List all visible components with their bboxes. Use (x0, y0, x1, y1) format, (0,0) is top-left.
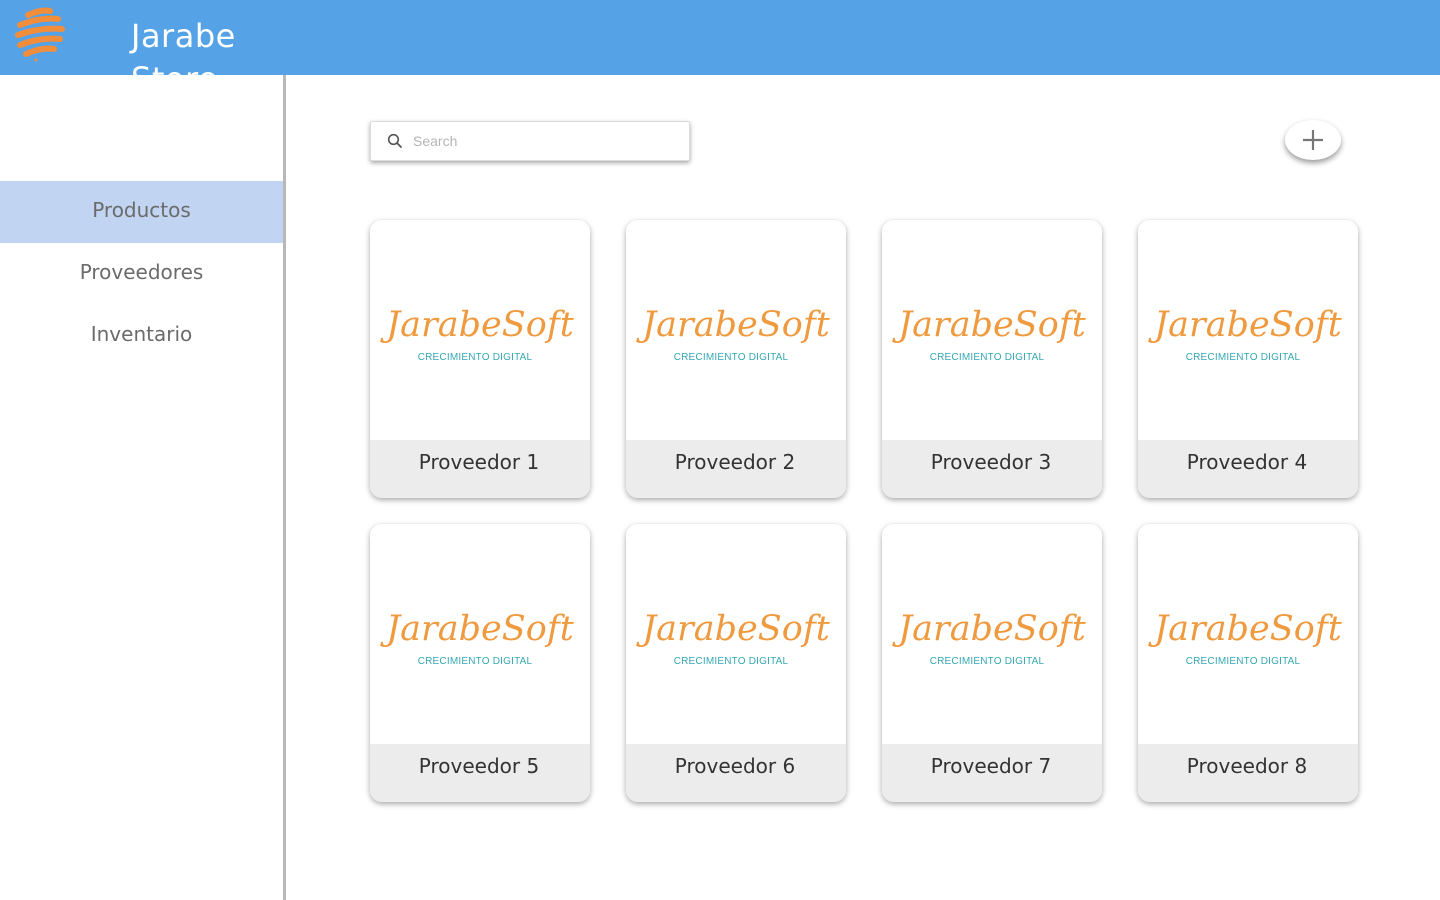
jarabesoft-logo: JarabeSoft CRECIMIENTO DIGITAL (1148, 305, 1343, 363)
logo-brand-text: JarabeSoft (892, 609, 1087, 649)
logo-tagline-text: CRECIMIENTO DIGITAL (674, 656, 789, 667)
card-footer: Proveedor 5 (370, 744, 590, 802)
logo-tagline-text: CRECIMIENTO DIGITAL (930, 656, 1045, 667)
card-label: Proveedor 7 (930, 754, 1052, 778)
card-logo-image: JarabeSoft CRECIMIENTO DIGITAL (1138, 220, 1358, 440)
sidebar-item-proveedores[interactable]: Proveedores (0, 243, 283, 305)
logo-brand-text: JarabeSoft (636, 305, 831, 345)
main-content: JarabeSoft CRECIMIENTO DIGITAL Proveedor… (286, 75, 1440, 900)
jarabesoft-logo: JarabeSoft CRECIMIENTO DIGITAL (1148, 609, 1343, 667)
logo-tagline-text: CRECIMIENTO DIGITAL (1186, 656, 1301, 667)
logo-brand-text: JarabeSoft (636, 609, 831, 649)
card-footer: Proveedor 4 (1138, 440, 1358, 498)
supplier-card-1[interactable]: JarabeSoft CRECIMIENTO DIGITAL Proveedor… (370, 220, 590, 498)
search-icon (387, 133, 402, 148)
card-logo-image: JarabeSoft CRECIMIENTO DIGITAL (1138, 524, 1358, 744)
supplier-card-5[interactable]: JarabeSoft CRECIMIENTO DIGITAL Proveedor… (370, 524, 590, 802)
logo-tagline-text: CRECIMIENTO DIGITAL (418, 352, 533, 363)
logo-tagline-text: CRECIMIENTO DIGITAL (930, 352, 1045, 363)
plus-icon (1303, 130, 1323, 150)
jarabesoft-logo: JarabeSoft CRECIMIENTO DIGITAL (892, 305, 1087, 363)
logo-brand-text: JarabeSoft (1148, 609, 1343, 649)
supplier-card-8[interactable]: JarabeSoft CRECIMIENTO DIGITAL Proveedor… (1138, 524, 1358, 802)
jarabesoft-logo: JarabeSoft CRECIMIENTO DIGITAL (380, 609, 575, 667)
card-label: Proveedor 5 (418, 754, 540, 778)
add-button[interactable] (1285, 120, 1341, 160)
card-label: Proveedor 6 (674, 754, 796, 778)
sidebar-item-productos[interactable]: Productos (0, 181, 283, 243)
sidebar: Productos Proveedores Inventario (0, 75, 286, 900)
logo-brand-text: JarabeSoft (892, 305, 1087, 345)
supplier-card-6[interactable]: JarabeSoft CRECIMIENTO DIGITAL Proveedor… (626, 524, 846, 802)
logo-brand-text: JarabeSoft (1148, 305, 1343, 345)
jarabesoft-logo: JarabeSoft CRECIMIENTO DIGITAL (636, 609, 831, 667)
card-label: Proveedor 2 (674, 450, 796, 474)
search-input[interactable] (413, 128, 673, 154)
logo-tagline-text: CRECIMIENTO DIGITAL (418, 656, 533, 667)
app-header: Jarabe Store (0, 0, 1440, 98)
card-label: Proveedor 3 (930, 450, 1052, 474)
card-logo-image: JarabeSoft CRECIMIENTO DIGITAL (626, 220, 846, 440)
card-logo-image: JarabeSoft CRECIMIENTO DIGITAL (626, 524, 846, 744)
supplier-card-4[interactable]: JarabeSoft CRECIMIENTO DIGITAL Proveedor… (1138, 220, 1358, 498)
card-label: Proveedor 8 (1186, 754, 1308, 778)
jarabesoft-logo: JarabeSoft CRECIMIENTO DIGITAL (892, 609, 1087, 667)
card-logo-image: JarabeSoft CRECIMIENTO DIGITAL (882, 220, 1102, 440)
supplier-card-7[interactable]: JarabeSoft CRECIMIENTO DIGITAL Proveedor… (882, 524, 1102, 802)
card-logo-image: JarabeSoft CRECIMIENTO DIGITAL (370, 524, 590, 744)
jarabesoft-logo: JarabeSoft CRECIMIENTO DIGITAL (380, 305, 575, 363)
logo-brand-text: JarabeSoft (380, 609, 575, 649)
card-label: Proveedor 1 (418, 450, 540, 474)
logo-tagline-text: CRECIMIENTO DIGITAL (1186, 352, 1301, 363)
card-footer: Proveedor 7 (882, 744, 1102, 802)
app-logo-icon[interactable] (14, 5, 66, 63)
search-box[interactable] (370, 121, 690, 161)
card-logo-image: JarabeSoft CRECIMIENTO DIGITAL (370, 220, 590, 440)
logo-brand-text: JarabeSoft (380, 305, 575, 345)
sidebar-item-inventario[interactable]: Inventario (0, 305, 283, 367)
card-label: Proveedor 4 (1186, 450, 1308, 474)
card-footer: Proveedor 6 (626, 744, 846, 802)
card-footer: Proveedor 2 (626, 440, 846, 498)
jarabesoft-logo: JarabeSoft CRECIMIENTO DIGITAL (636, 305, 831, 363)
card-footer: Proveedor 1 (370, 440, 590, 498)
card-logo-image: JarabeSoft CRECIMIENTO DIGITAL (882, 524, 1102, 744)
card-footer: Proveedor 3 (882, 440, 1102, 498)
logo-tagline-text: CRECIMIENTO DIGITAL (674, 352, 789, 363)
supplier-card-2[interactable]: JarabeSoft CRECIMIENTO DIGITAL Proveedor… (626, 220, 846, 498)
supplier-card-3[interactable]: JarabeSoft CRECIMIENTO DIGITAL Proveedor… (882, 220, 1102, 498)
card-footer: Proveedor 8 (1138, 744, 1358, 802)
